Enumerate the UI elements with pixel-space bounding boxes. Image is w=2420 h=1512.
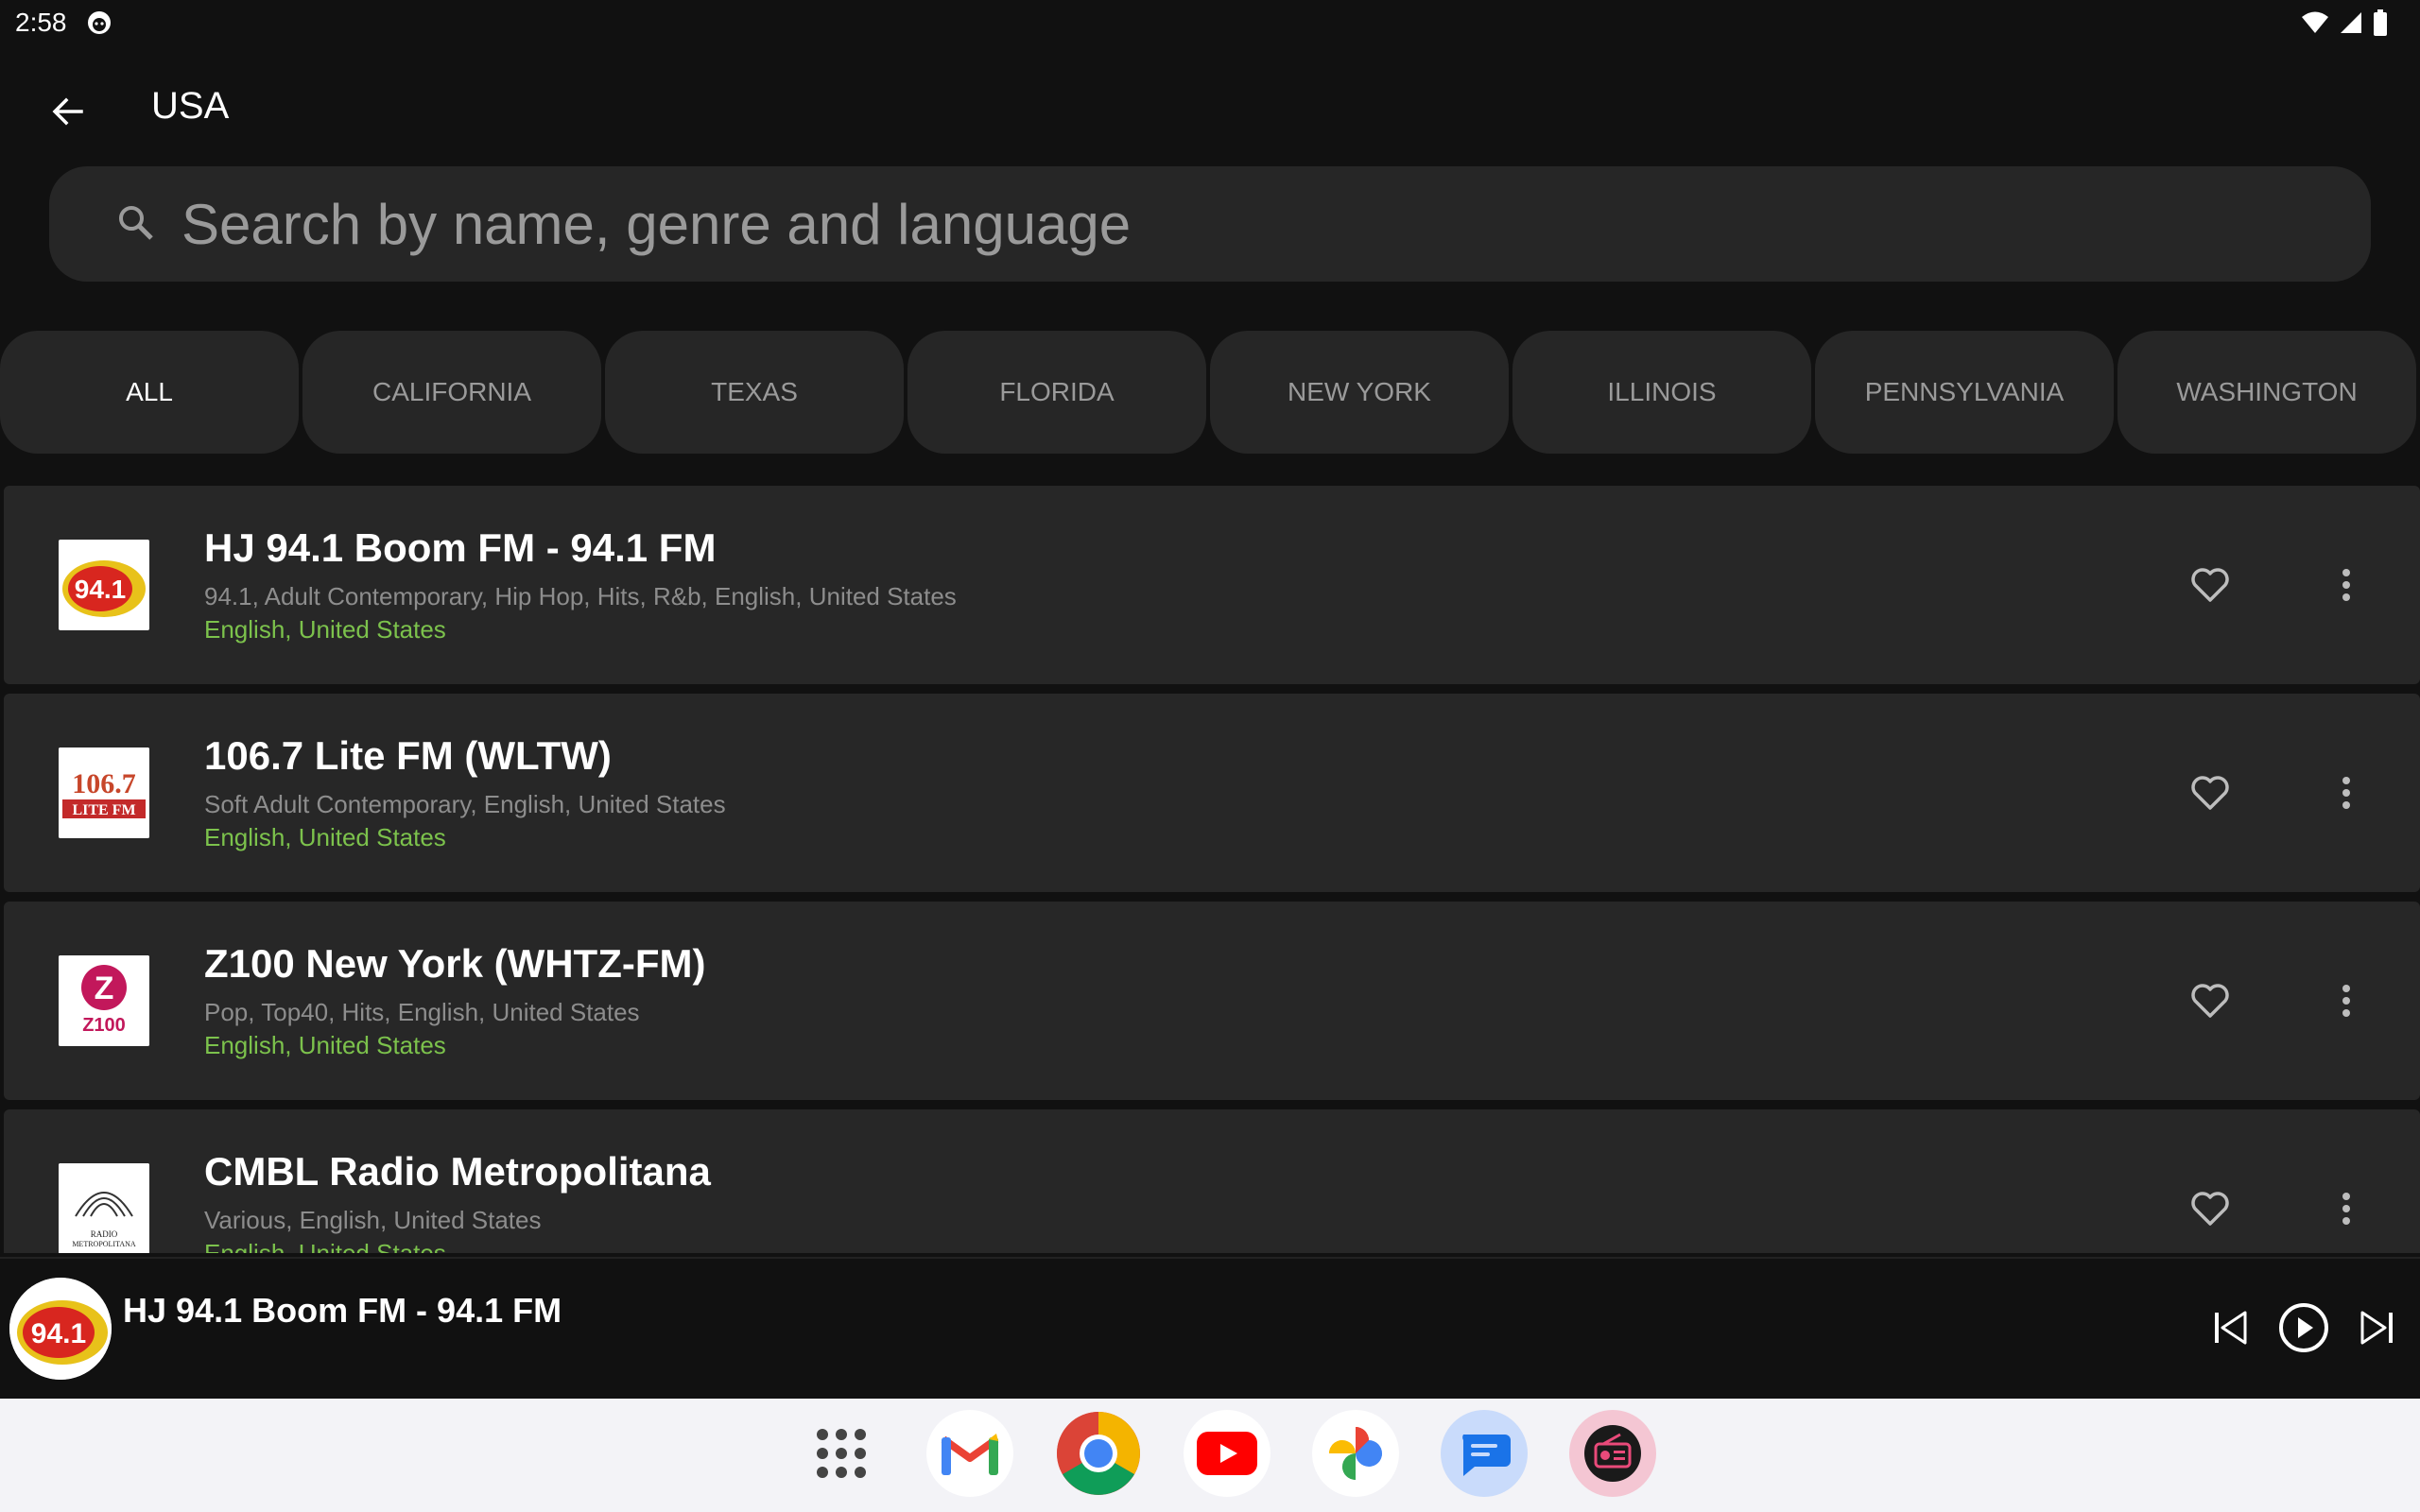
favorite-button[interactable] [2184, 766, 2237, 819]
wifi-icon [2301, 10, 2329, 40]
status-time: 2:58 [15, 8, 67, 37]
battery-icon [2373, 9, 2388, 41]
app-bar: USA [0, 57, 2420, 161]
favorite-button[interactable] [2184, 1182, 2237, 1235]
status-icons [2301, 9, 2388, 41]
logo-text: Z100 [82, 1015, 126, 1036]
gmail-icon[interactable] [926, 1410, 1013, 1497]
now-playing-logo: 94.1 [9, 1278, 112, 1380]
station-language: English, United States [204, 1031, 446, 1059]
station-title: CMBL Radio Metropolitana [204, 1149, 711, 1194]
favorite-button[interactable] [2184, 974, 2237, 1027]
svg-text:LITE FM: LITE FM [72, 802, 135, 818]
skip-next-icon [2360, 1311, 2393, 1345]
play-button[interactable] [2276, 1300, 2331, 1355]
station-language: English, United States [204, 1239, 446, 1253]
youtube-icon[interactable] [1184, 1410, 1270, 1497]
messages-icon[interactable] [1441, 1410, 1528, 1497]
heart-icon [2191, 776, 2229, 810]
radio-metropolitana-logo: RADIO METROPOLITANA [59, 1163, 149, 1253]
station-title: Z100 New York (WHTZ-FM) [204, 941, 706, 986]
more-options-button[interactable] [2320, 558, 2373, 611]
station-list: 94.1 HJ 94.1 Boom FM - 94.1 FM 94.1, Adu… [0, 486, 2420, 1253]
logo-text: 94.1 [31, 1318, 86, 1349]
more-vertical-icon [2342, 569, 2350, 601]
radio-app-icon[interactable] [1569, 1410, 1656, 1497]
chip-new-york[interactable]: NEW YORK [1210, 331, 1509, 454]
page-title: USA [151, 85, 230, 127]
station-title: HJ 94.1 Boom FM - 94.1 FM [204, 525, 717, 570]
now-playing-title: HJ 94.1 Boom FM - 94.1 FM [123, 1291, 562, 1330]
now-playing-bar[interactable]: 94.1 HJ 94.1 Boom FM - 94.1 FM [0, 1257, 2420, 1397]
more-options-button[interactable] [2320, 1182, 2373, 1235]
heart-icon [2191, 984, 2229, 1018]
app-drawer-icon[interactable] [798, 1410, 885, 1497]
station-language: English, United States [204, 823, 446, 851]
svg-text:RADIO: RADIO [91, 1229, 118, 1239]
playback-controls [2203, 1300, 2405, 1355]
z100-logo: Z Z100 [59, 955, 149, 1046]
station-language: English, United States [204, 615, 446, 644]
photos-icon[interactable] [1312, 1410, 1399, 1497]
station-row[interactable]: RADIO METROPOLITANA CMBL Radio Metropoli… [4, 1109, 2420, 1253]
more-vertical-icon [2342, 985, 2350, 1017]
next-button[interactable] [2350, 1300, 2405, 1355]
play-circle-icon [2279, 1303, 2328, 1352]
chip-all[interactable]: ALL [0, 331, 299, 454]
notification-icon [85, 9, 113, 37]
chip-pennsylvania[interactable]: PENNSYLVANIA [1815, 331, 2114, 454]
more-options-button[interactable] [2320, 766, 2373, 819]
station-row[interactable]: 106.7 LITE FM 106.7 Lite FM (WLTW) Soft … [4, 694, 2420, 892]
station-title: 106.7 Lite FM (WLTW) [204, 733, 612, 778]
search-input[interactable] [182, 189, 2318, 259]
svg-text:METROPOLITANA: METROPOLITANA [72, 1240, 136, 1248]
dock-icons [798, 1410, 1656, 1497]
station-genres: 94.1, Adult Contemporary, Hip Hop, Hits,… [204, 582, 957, 610]
lite-fm-logo: 106.7 LITE FM [59, 747, 149, 838]
search-bar[interactable] [49, 166, 2371, 282]
chip-california[interactable]: CALIFORNIA [302, 331, 601, 454]
chip-florida[interactable]: FLORIDA [908, 331, 1206, 454]
chip-washington[interactable]: WASHINGTON [2118, 331, 2416, 454]
skip-previous-icon [2215, 1311, 2247, 1345]
favorite-button[interactable] [2184, 558, 2237, 611]
boom-fm-logo: 94.1 [59, 540, 149, 630]
chip-texas[interactable]: TEXAS [605, 331, 904, 454]
station-genres: Soft Adult Contemporary, English, United… [204, 790, 726, 818]
arrow-left-icon [52, 97, 83, 126]
logo-text: 94.1 [75, 575, 127, 604]
previous-button[interactable] [2203, 1300, 2257, 1355]
app-screen: 2:58 USA AL [0, 0, 2420, 1512]
station-row[interactable]: 94.1 HJ 94.1 Boom FM - 94.1 FM 94.1, Adu… [4, 486, 2420, 684]
more-vertical-icon [2342, 777, 2350, 809]
station-genres: Pop, Top40, Hits, English, United States [204, 998, 640, 1026]
logo-text: 106.7 [72, 768, 136, 799]
status-bar: 2:58 [0, 0, 2420, 47]
svg-text:Z: Z [95, 971, 114, 1006]
back-button[interactable] [42, 85, 95, 138]
chip-illinois[interactable]: ILLINOIS [1512, 331, 1811, 454]
station-row[interactable]: Z Z100 Z100 New York (WHTZ-FM) Pop, Top4… [4, 902, 2420, 1100]
region-filter-chips: ALL CALIFORNIA TEXAS FLORIDA NEW YORK IL… [0, 331, 2420, 455]
more-options-button[interactable] [2320, 974, 2373, 1027]
search-icon [115, 202, 157, 244]
app-dock [0, 1399, 2420, 1512]
more-vertical-icon [2342, 1193, 2350, 1225]
signal-icon [2339, 10, 2363, 40]
chrome-icon[interactable] [1055, 1410, 1142, 1497]
heart-icon [2191, 1192, 2229, 1226]
heart-icon [2191, 568, 2229, 602]
station-genres: Various, English, United States [204, 1206, 542, 1234]
